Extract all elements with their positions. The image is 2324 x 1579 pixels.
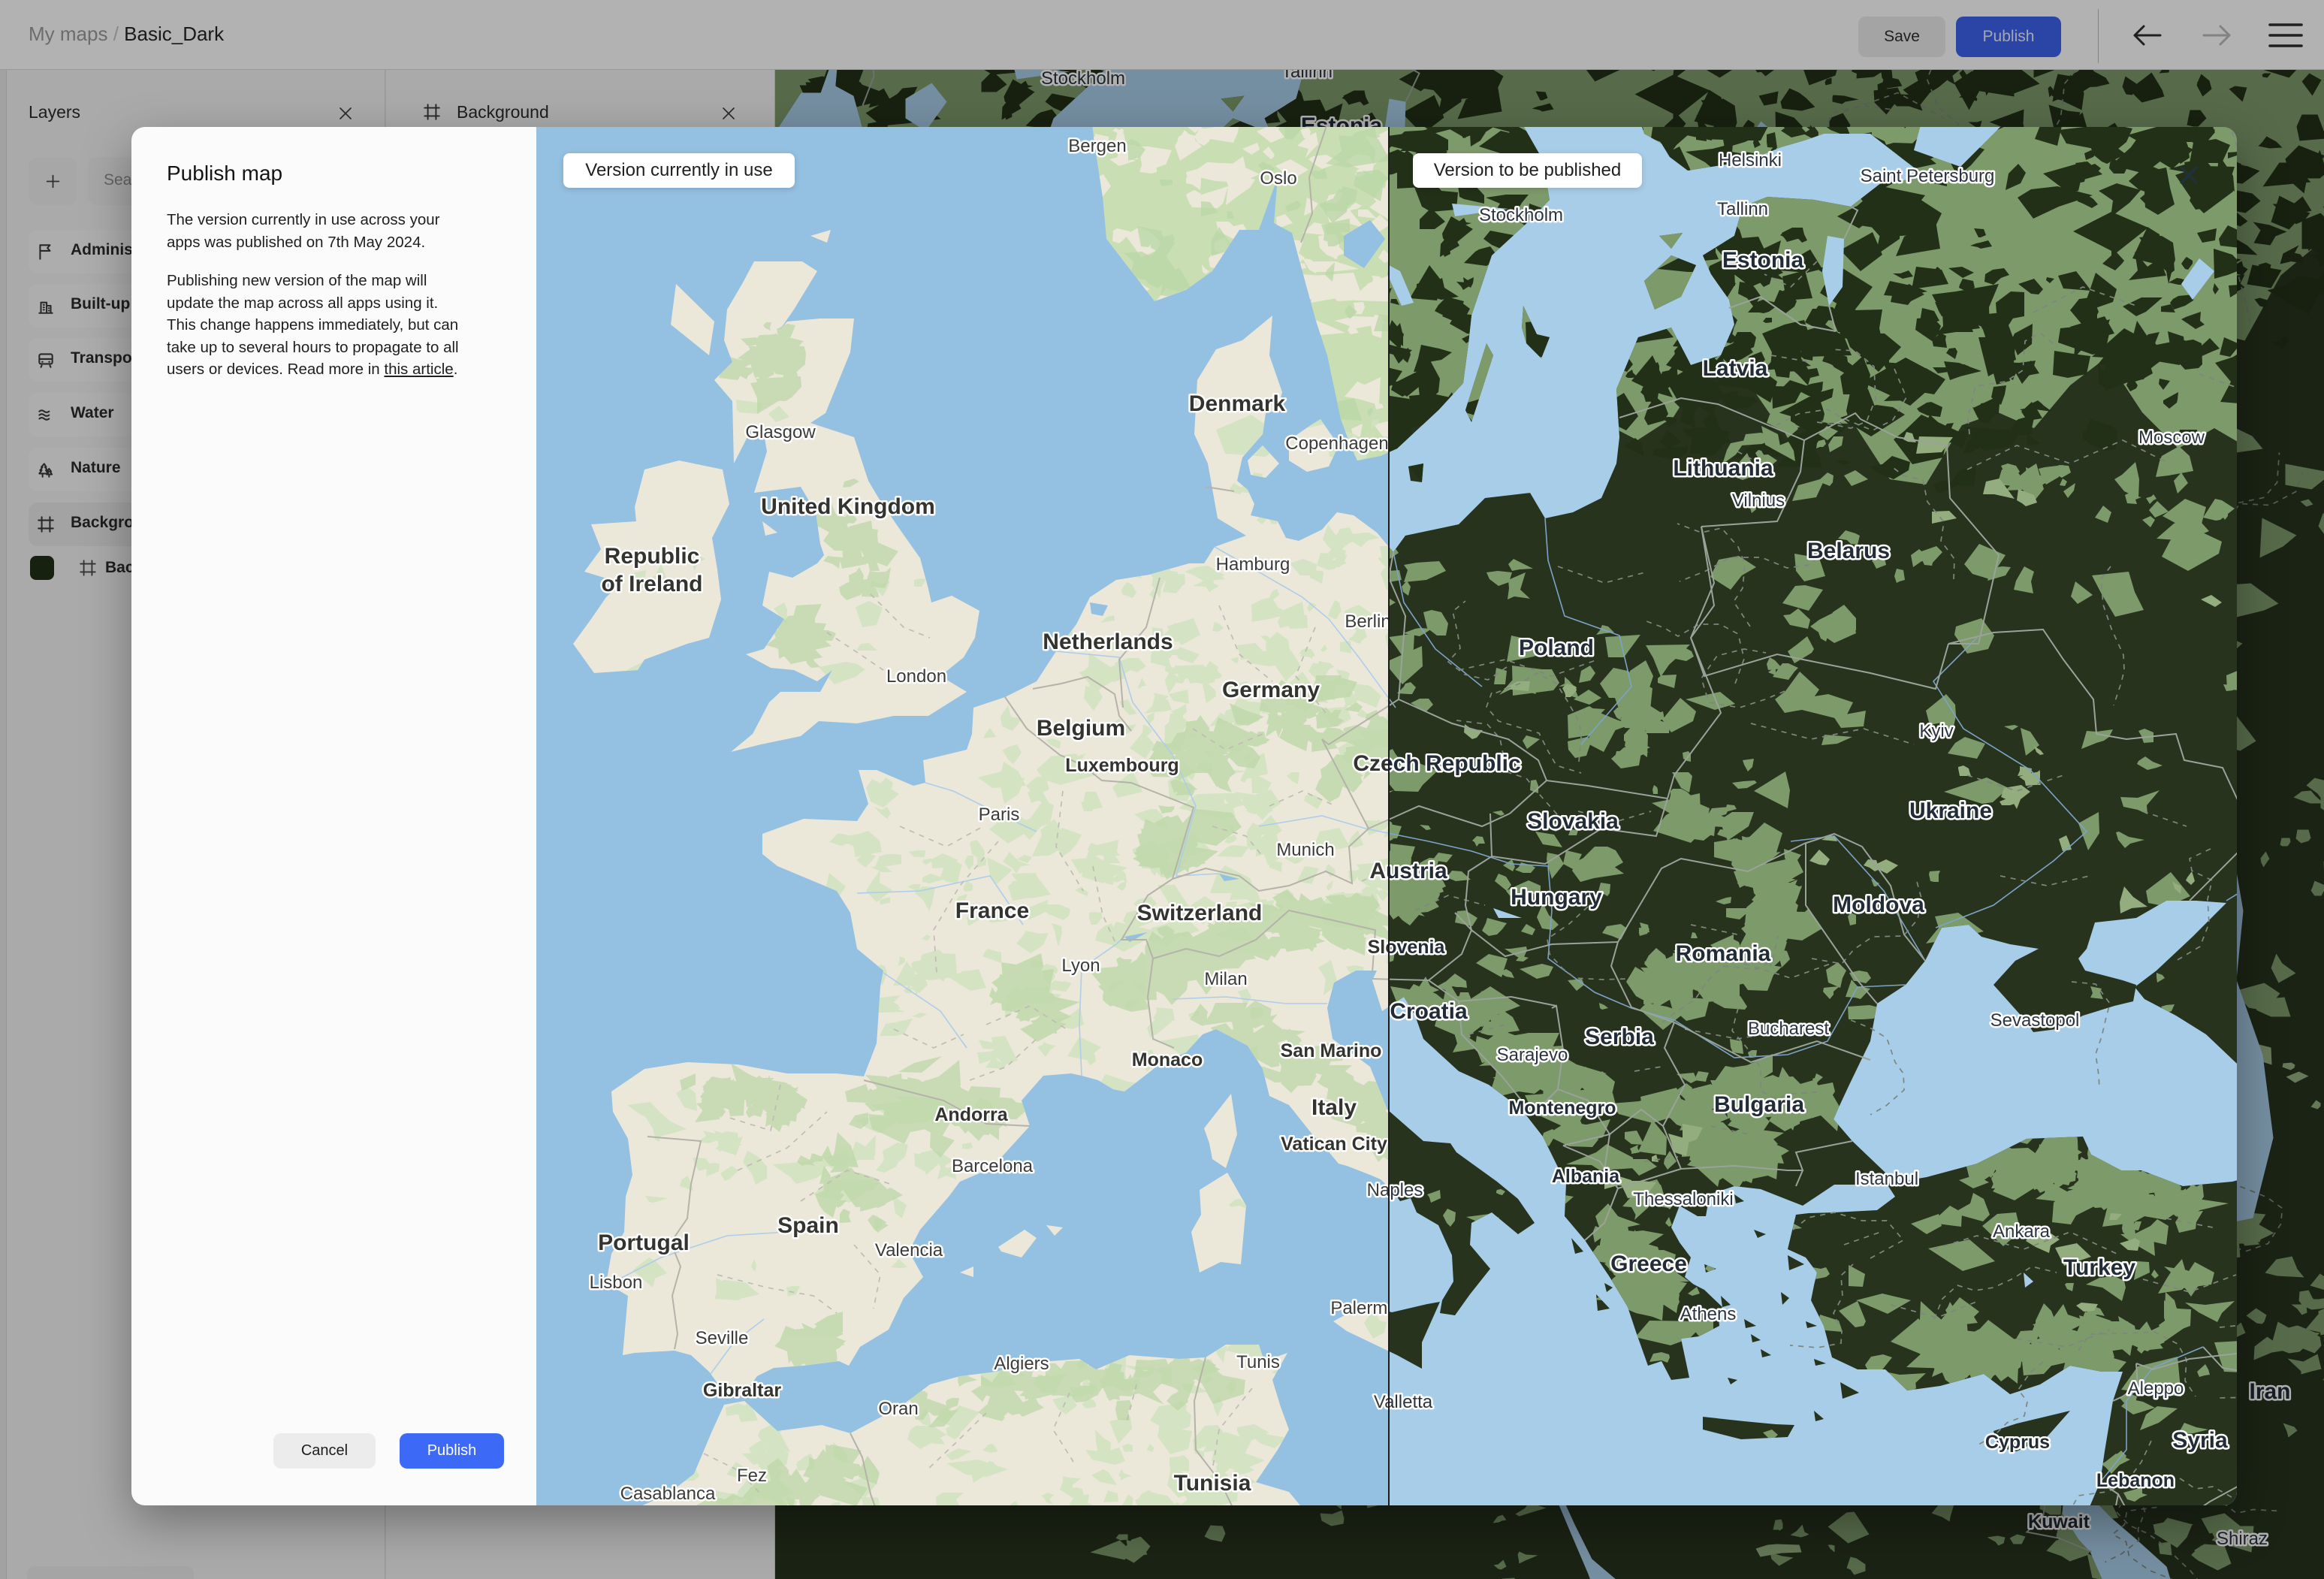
- svg-text:France: France: [955, 898, 1029, 923]
- svg-text:Czech Republic: Czech Republic: [1389, 751, 1521, 776]
- svg-text:Hungary: Hungary: [1511, 885, 1602, 910]
- svg-text:Moldova: Moldova: [1833, 892, 1924, 917]
- svg-text:Montenegro: Montenegro: [1508, 1097, 1616, 1119]
- svg-text:Ukraine: Ukraine: [1909, 799, 1992, 823]
- svg-text:Sevastopol: Sevastopol: [1990, 1010, 2080, 1031]
- svg-text:Andorra: Andorra: [934, 1104, 1008, 1125]
- svg-text:Helsinki: Helsinki: [1719, 150, 1782, 171]
- svg-text:Casablanca: Casablanca: [620, 1484, 716, 1504]
- svg-text:Sarajevo: Sarajevo: [1497, 1045, 1568, 1065]
- svg-text:London: London: [886, 666, 946, 687]
- svg-text:San Marino: San Marino: [1281, 1040, 1382, 1061]
- svg-text:Republic: Republic: [605, 544, 700, 569]
- svg-text:Portugal: Portugal: [598, 1230, 690, 1255]
- svg-text:Algiers: Algiers: [994, 1354, 1049, 1374]
- svg-text:Syria: Syria: [2172, 1428, 2228, 1453]
- svg-text:Naples: Naples: [1367, 1180, 1389, 1200]
- svg-text:Tallinn: Tallinn: [1717, 199, 1768, 219]
- svg-text:Naples: Naples: [1389, 1180, 1423, 1200]
- svg-text:Berlin: Berlin: [1345, 611, 1389, 632]
- svg-text:Bulgaria: Bulgaria: [1714, 1092, 1804, 1117]
- svg-text:Copenhagen: Copenhagen: [1285, 433, 1388, 454]
- svg-text:Slovenia: Slovenia: [1368, 937, 1389, 958]
- svg-text:Italy: Italy: [1311, 1095, 1357, 1120]
- svg-text:Spain: Spain: [777, 1213, 839, 1238]
- svg-text:Latvia: Latvia: [1703, 356, 1768, 381]
- svg-text:Vilnius: Vilnius: [1732, 491, 1785, 511]
- svg-text:Slovenia: Slovenia: [1389, 937, 1446, 958]
- svg-text:Aleppo: Aleppo: [2128, 1378, 2184, 1399]
- svg-text:Paris: Paris: [979, 805, 1020, 825]
- svg-text:Czech Republic: Czech Republic: [1353, 751, 1389, 776]
- svg-text:Vatican City: Vatican City: [1281, 1134, 1387, 1155]
- svg-text:of Ireland: of Ireland: [601, 572, 702, 596]
- svg-text:Romania: Romania: [1676, 941, 1771, 966]
- svg-text:Seville: Seville: [696, 1328, 749, 1348]
- svg-text:Slovakia: Slovakia: [1527, 809, 1619, 834]
- svg-text:Gibraltar: Gibraltar: [703, 1380, 781, 1401]
- svg-text:Austria: Austria: [1369, 859, 1389, 883]
- svg-text:Saint Petersburg: Saint Petersburg: [1861, 166, 1995, 186]
- svg-text:Cyprus: Cyprus: [1985, 1432, 2050, 1453]
- svg-text:Valletta: Valletta: [1374, 1392, 1389, 1412]
- svg-text:Tunisia: Tunisia: [1174, 1471, 1251, 1496]
- svg-text:Ankara: Ankara: [1993, 1221, 2051, 1242]
- svg-text:United Kingdom: United Kingdom: [761, 494, 935, 519]
- svg-text:Luxembourg: Luxembourg: [1065, 755, 1179, 776]
- svg-text:Fez: Fez: [737, 1466, 767, 1486]
- svg-text:Valletta: Valletta: [1389, 1392, 1433, 1412]
- svg-text:Glasgow: Glasgow: [745, 422, 816, 442]
- svg-text:Barcelona: Barcelona: [952, 1156, 1034, 1176]
- svg-text:Lithuania: Lithuania: [1673, 456, 1773, 481]
- svg-text:Thessaloniki: Thessaloniki: [1633, 1189, 1733, 1209]
- svg-text:Lyon: Lyon: [1061, 956, 1100, 976]
- svg-text:Serbia: Serbia: [1585, 1025, 1654, 1049]
- svg-text:Lisbon: Lisbon: [590, 1273, 643, 1293]
- svg-text:Athens: Athens: [1680, 1304, 1737, 1324]
- svg-text:Tunis: Tunis: [1236, 1352, 1280, 1372]
- svg-text:Bucharest: Bucharest: [1748, 1019, 1829, 1039]
- svg-text:Turkey: Turkey: [2063, 1255, 2135, 1280]
- svg-text:Hamburg: Hamburg: [1216, 554, 1290, 575]
- svg-text:Belgium: Belgium: [1037, 716, 1125, 741]
- svg-text:Oran: Oran: [878, 1399, 918, 1419]
- svg-text:Netherlands: Netherlands: [1043, 629, 1173, 654]
- svg-text:Bergen: Bergen: [1068, 136, 1126, 156]
- svg-text:Denmark: Denmark: [1189, 391, 1286, 416]
- svg-text:Poland: Poland: [1519, 636, 1594, 660]
- svg-text:Lebanon: Lebanon: [2096, 1470, 2175, 1491]
- svg-text:Croatia: Croatia: [1390, 999, 1468, 1024]
- svg-text:Estonia: Estonia: [1722, 248, 1804, 273]
- svg-text:Oslo: Oslo: [1260, 168, 1296, 189]
- svg-text:Kyiv: Kyiv: [1919, 721, 1953, 741]
- svg-text:Stockholm: Stockholm: [1479, 205, 1563, 225]
- svg-text:Moscow: Moscow: [2138, 427, 2205, 448]
- svg-text:Greece: Greece: [1610, 1251, 1687, 1276]
- svg-text:Belarus: Belarus: [1807, 539, 1890, 563]
- svg-text:Istanbul: Istanbul: [1855, 1169, 1918, 1189]
- svg-text:Germany: Germany: [1222, 678, 1320, 702]
- svg-text:Valencia: Valencia: [875, 1240, 943, 1260]
- svg-text:Switzerland: Switzerland: [1137, 901, 1263, 925]
- svg-text:Austria: Austria: [1389, 859, 1447, 883]
- svg-text:Palermo: Palermo: [1330, 1298, 1389, 1318]
- svg-text:Monaco: Monaco: [1132, 1049, 1203, 1070]
- svg-text:Milan: Milan: [1204, 969, 1247, 989]
- svg-text:Albania: Albania: [1552, 1166, 1620, 1187]
- svg-text:Munich: Munich: [1276, 840, 1334, 860]
